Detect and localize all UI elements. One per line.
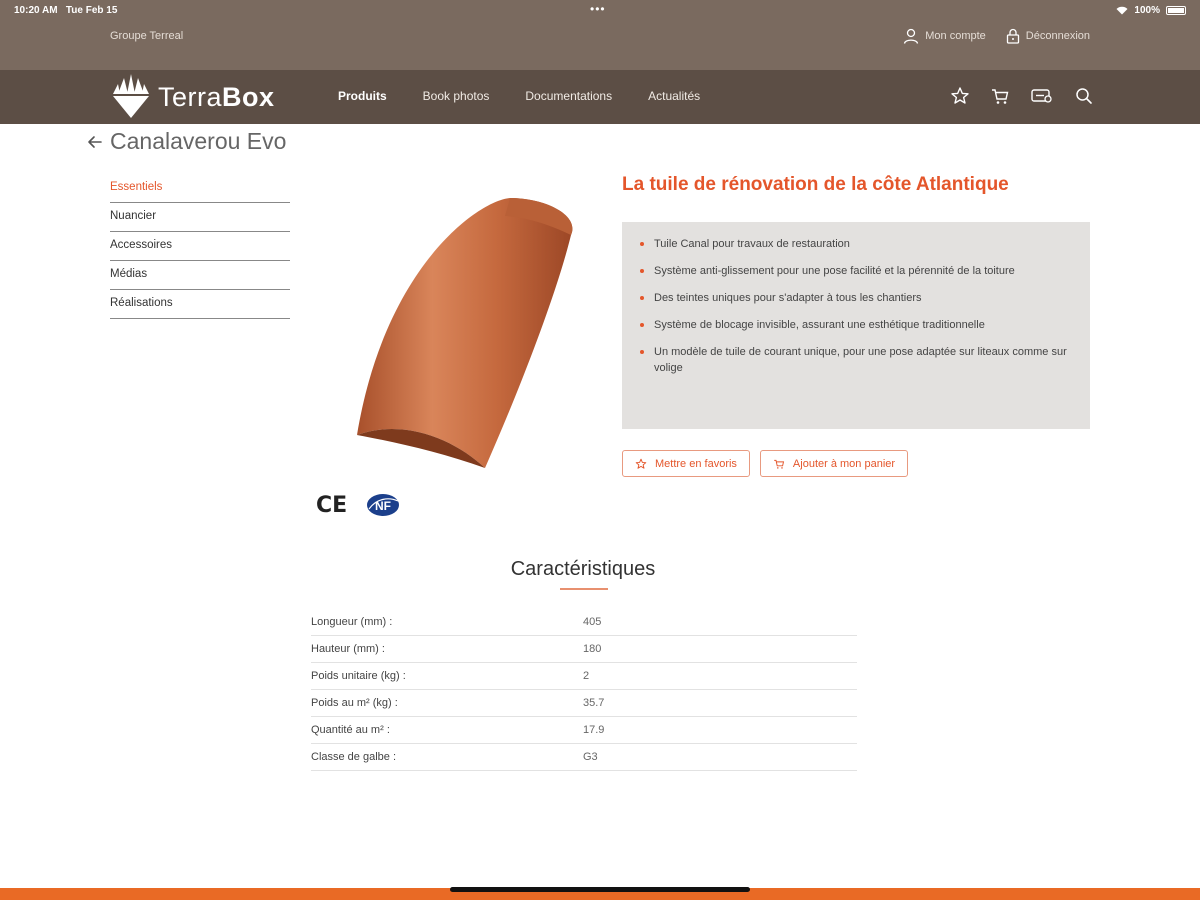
table-row: Classe de galbe : G3 (311, 744, 857, 771)
account-links: Mon compte Déconnexion (903, 28, 1090, 44)
certifications: CE NF (316, 492, 401, 518)
table-row: Longueur (mm) : 405 (311, 609, 857, 636)
cart-icon (774, 459, 785, 469)
add-to-cart-button[interactable]: Ajouter à mon panier (759, 450, 909, 477)
row-label: Poids unitaire (kg) : (311, 670, 406, 682)
row-value: 180 (583, 643, 602, 655)
side-item-realisations[interactable]: Réalisations (110, 290, 290, 319)
characteristics-table: Longueur (mm) : 405 Hauteur (mm) : 180 P… (311, 609, 857, 771)
terrabox-logo[interactable]: TerraBox (110, 74, 275, 120)
top-bar: 10:20 AM Tue Feb 15 ••• 100% Groupe Terr… (0, 0, 1200, 70)
lock-icon (1006, 28, 1019, 44)
row-label: Longueur (mm) : (311, 616, 393, 628)
logout-label: Déconnexion (1025, 30, 1090, 42)
ce-mark: CE (316, 492, 348, 518)
user-icon (904, 28, 919, 44)
add-to-cart-label: Ajouter à mon panier (792, 457, 896, 470)
row-label: Poids au m² (kg) : (311, 697, 398, 709)
feature-item: Tuile Canal pour travaux de restauration (638, 236, 1072, 252)
status-right: 100% (1116, 5, 1186, 16)
nav-item-actualites[interactable]: Actualités (648, 89, 700, 103)
cart-icon[interactable] (990, 86, 1010, 106)
page-title: Canalaverou Evo (86, 128, 286, 155)
logout-link[interactable]: Déconnexion (1006, 28, 1090, 44)
status-date: Tue Feb 15 (65, 5, 118, 16)
battery-icon (1166, 6, 1186, 15)
logo-box: Box (222, 81, 275, 112)
logo-icon (113, 74, 149, 118)
side-menu: Essentiels Nuancier Accessoires Médias R… (110, 174, 290, 319)
row-label: Quantité au m² : (311, 724, 390, 736)
account-label: Mon compte (925, 30, 986, 42)
side-item-essentiels[interactable]: Essentiels (110, 174, 290, 203)
product-image (357, 198, 573, 468)
search-icon[interactable] (1074, 86, 1094, 106)
add-favorite-button[interactable]: Mettre en favoris (622, 450, 750, 477)
features-list: Tuile Canal pour travaux de restauration… (638, 236, 1072, 376)
star-icon (635, 458, 647, 469)
product-headline: La tuile de rénovation de la côte Atlant… (622, 174, 1009, 195)
row-value: G3 (583, 751, 598, 763)
title-underline (560, 588, 608, 590)
table-row: Hauteur (mm) : 180 (311, 636, 857, 663)
table-row: Poids unitaire (kg) : 2 (311, 663, 857, 690)
table-row: Poids au m² (kg) : 35.7 (311, 690, 857, 717)
star-icon[interactable] (950, 86, 970, 106)
feature-item: Des teintes uniques pour s'adapter à tou… (638, 290, 1072, 306)
feature-item: Système anti-glissement pour une pose fa… (638, 263, 1072, 279)
row-value: 35.7 (583, 697, 605, 709)
logo-text: TerraBox (158, 82, 275, 113)
row-label: Hauteur (mm) : (311, 643, 385, 655)
nf-mark-text: NF (375, 499, 391, 513)
characteristics-title: Caractéristiques (510, 558, 656, 580)
row-value: 2 (583, 670, 590, 682)
row-label: Classe de galbe : (311, 751, 396, 763)
group-name: Groupe Terreal (110, 30, 184, 42)
action-buttons: Mettre en favoris Ajouter à mon panier (622, 450, 909, 477)
nf-mark-icon: NF (367, 494, 400, 516)
side-item-nuancier[interactable]: Nuancier (110, 203, 290, 232)
multitask-dots[interactable]: ••• (590, 2, 606, 16)
status-time: 10:20 AM Tue Feb 15 (14, 5, 117, 16)
project-icon[interactable] (1030, 86, 1054, 106)
nav-item-produits[interactable]: Produits (338, 89, 387, 103)
add-favorite-label: Mettre en favoris (655, 457, 737, 470)
row-value: 405 (583, 616, 602, 628)
product-title: Canalaverou Evo (110, 128, 287, 154)
features-box: Tuile Canal pour travaux de restauration… (622, 222, 1090, 429)
back-arrow-icon[interactable] (86, 133, 104, 151)
row-value: 17.9 (583, 724, 605, 736)
logo-terra: Terra (158, 81, 223, 112)
nav-item-documentations[interactable]: Documentations (525, 89, 612, 103)
account-link[interactable]: Mon compte (903, 28, 986, 44)
wifi-icon (1116, 6, 1128, 15)
home-indicator[interactable] (450, 887, 750, 892)
battery-percent: 100% (1134, 5, 1160, 16)
feature-item: Un modèle de tuile de courant unique, po… (638, 344, 1072, 376)
nav-icons (950, 86, 1094, 106)
nav-links: Produits Book photos Documentations Actu… (338, 89, 700, 103)
feature-item: Système de blocage invisible, assurant u… (638, 317, 1072, 333)
status-clock: 10:20 AM (14, 5, 58, 16)
table-row: Quantité au m² : 17.9 (311, 717, 857, 744)
nav-item-book-photos[interactable]: Book photos (423, 89, 490, 103)
side-item-medias[interactable]: Médias (110, 261, 290, 290)
side-item-accessoires[interactable]: Accessoires (110, 232, 290, 261)
